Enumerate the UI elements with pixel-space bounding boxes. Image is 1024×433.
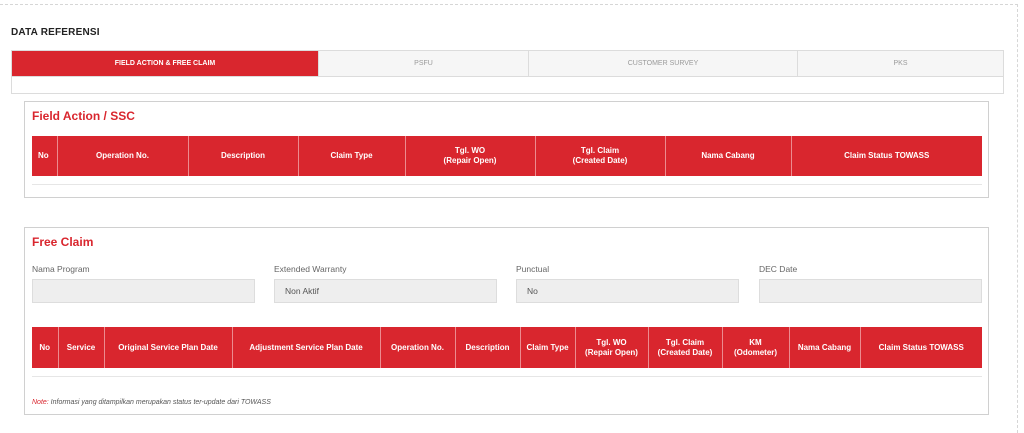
empty-row — [32, 368, 982, 377]
dec-date-field[interactable] — [759, 279, 982, 303]
extended-warranty-field[interactable]: Non Aktif — [274, 279, 497, 303]
tab-customer-survey[interactable]: CUSTOMER SURVEY — [529, 51, 798, 76]
col-header[interactable]: Tgl. WO (Repair Open) — [405, 136, 536, 176]
col-header[interactable]: Tgl. Claim (Created Date) — [648, 327, 723, 368]
tab-pks[interactable]: PKS — [798, 51, 1003, 76]
field-action-header-row: No Operation No. Description Claim Type … — [32, 136, 982, 176]
col-header[interactable]: Description — [188, 136, 299, 176]
field-action-title: Field Action / SSC — [32, 109, 135, 123]
punctual-field[interactable]: No — [516, 279, 739, 303]
col-header[interactable]: Tgl. WO (Repair Open) — [575, 327, 649, 368]
col-header[interactable]: KM (Odometer) — [722, 327, 790, 368]
field-action-table: No Operation No. Description Claim Type … — [32, 136, 982, 185]
section-title: DATA REFERENSI — [11, 27, 100, 38]
col-header[interactable]: Original Service Plan Date — [104, 327, 233, 368]
col-header[interactable]: Tgl. Claim (Created Date) — [535, 136, 666, 176]
free-claim-panel: Free Claim Nama Program Extended Warrant… — [24, 227, 989, 415]
col-header[interactable]: Service — [58, 327, 105, 368]
tab-psfu[interactable]: PSFU — [319, 51, 529, 76]
col-header[interactable]: Operation No. — [380, 327, 456, 368]
col-header[interactable]: Nama Cabang — [665, 136, 792, 176]
col-header[interactable]: Claim Status TOWASS — [860, 327, 982, 368]
right-dashed-border — [1017, 4, 1018, 433]
free-claim-title: Free Claim — [32, 235, 94, 249]
tab-field-action-free-claim[interactable]: FIELD ACTION & FREE CLAIM — [12, 51, 319, 76]
col-header[interactable]: Description — [455, 327, 521, 368]
nama-program-field[interactable] — [32, 279, 255, 303]
punctual-label: Punctual — [516, 264, 550, 274]
col-header[interactable]: Nama Cabang — [789, 327, 861, 368]
col-header[interactable]: No — [32, 327, 59, 368]
col-header[interactable]: No — [32, 136, 58, 176]
note-label: Note: — [32, 399, 49, 406]
col-header[interactable]: Claim Status TOWASS — [791, 136, 982, 176]
field-action-panel: Field Action / SSC No Operation No. Desc… — [24, 101, 989, 198]
free-claim-table: No Service Original Service Plan Date Ad… — [32, 327, 982, 377]
extended-warranty-label: Extended Warranty — [274, 264, 347, 274]
towass-note: Note: Informasi yang ditampilkan merupak… — [32, 399, 271, 406]
free-claim-header-row: No Service Original Service Plan Date Ad… — [32, 327, 982, 368]
dec-date-label: DEC Date — [759, 264, 798, 274]
col-header[interactable]: Claim Type — [520, 327, 576, 368]
nama-program-label: Nama Program — [32, 264, 90, 274]
tab-bar: FIELD ACTION & FREE CLAIM PSFU CUSTOMER … — [11, 50, 1004, 77]
col-header[interactable]: Operation No. — [57, 136, 189, 176]
top-dashed-border — [0, 4, 1018, 5]
note-text: Informasi yang ditampilkan merupakan sta… — [48, 399, 271, 406]
col-header[interactable]: Adjustment Service Plan Date — [232, 327, 381, 368]
empty-row — [32, 176, 982, 185]
col-header[interactable]: Claim Type — [298, 136, 406, 176]
tab-content-strip — [11, 77, 1004, 94]
